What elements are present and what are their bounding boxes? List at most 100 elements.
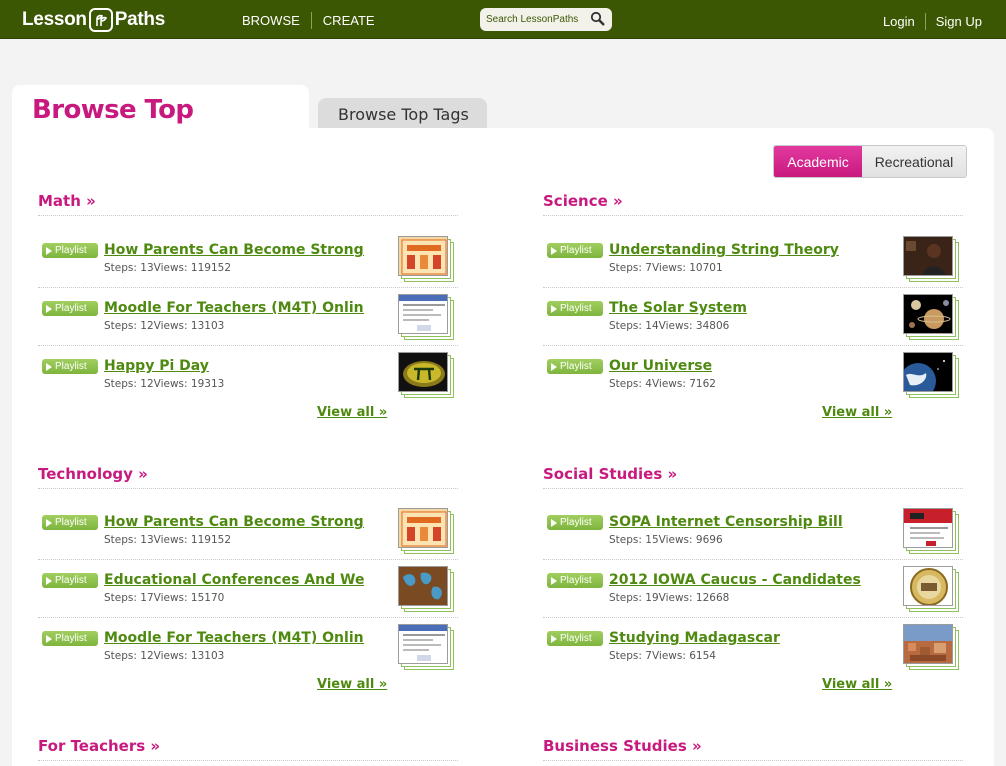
playlist-title-link[interactable]: Moodle For Teachers (M4T) Online ... — [104, 630, 364, 646]
section-business-studies: Business Studies » — [543, 737, 963, 761]
playlist-thumbnail[interactable] — [398, 624, 454, 670]
playlist-thumbnail[interactable] — [903, 566, 959, 612]
playlist-title-link[interactable]: How Parents Can Become Strong ... — [104, 514, 364, 530]
playlist-badge: Playlist — [42, 515, 98, 530]
badge-label: Playlist — [55, 245, 87, 256]
view-all-link[interactable]: View all » — [822, 405, 892, 420]
toggle-academic[interactable]: Academic — [774, 146, 862, 177]
playlist-title-link[interactable]: Happy Pi Day — [104, 358, 209, 374]
playlist-meta: Steps: 7Views: 6154 — [609, 650, 716, 662]
section-title[interactable]: Math » — [38, 192, 458, 216]
playlist-title-link[interactable]: Studying Madagascar — [609, 630, 780, 646]
list-item: Playlist Understanding String Theory Ste… — [543, 230, 963, 288]
badge-label: Playlist — [55, 361, 87, 372]
views-value: 12668 — [695, 592, 730, 604]
list-item: Playlist Moodle For Teachers (M4T) Onlin… — [38, 288, 458, 346]
steps-label: Steps: — [609, 320, 642, 332]
play-icon — [551, 246, 557, 255]
nav-create[interactable]: CREATE — [323, 13, 375, 28]
playlist-thumbnail[interactable] — [903, 352, 959, 398]
playlist-title-link[interactable]: Understanding String Theory — [609, 242, 839, 258]
search-input[interactable] — [486, 14, 586, 25]
list-item: Playlist Educational Conferences And Web… — [38, 560, 458, 618]
playlist-badge: Playlist — [547, 515, 603, 530]
section-title[interactable]: Technology » — [38, 465, 458, 489]
category-toggle: Academic Recreational — [773, 145, 967, 178]
nav-separator — [310, 12, 312, 29]
tab-browse-tags[interactable]: Browse Top Tags — [318, 98, 487, 130]
playlist-badge: Playlist — [547, 359, 603, 374]
steps-label: Steps: — [104, 378, 137, 390]
playlist-thumbnail[interactable] — [398, 294, 454, 340]
playlist-title-link[interactable]: Educational Conferences And Webi... — [104, 572, 364, 588]
playlist-thumbnail[interactable] — [903, 624, 959, 670]
nav-browse[interactable]: BROWSE — [242, 13, 300, 28]
playlist-title-link[interactable]: The Solar System — [609, 300, 747, 316]
section-social-studies: Social Studies » Playlist SOPA Internet … — [543, 465, 963, 692]
playlist-meta: Steps: 19Views: 12668 — [609, 592, 729, 604]
badge-label: Playlist — [55, 303, 87, 314]
login-link[interactable]: Login — [883, 14, 915, 29]
steps-value: 13 — [140, 262, 154, 274]
playlist-badge: Playlist — [42, 573, 98, 588]
playlist-badge: Playlist — [42, 359, 98, 374]
playlist-thumbnail[interactable] — [398, 236, 454, 282]
playlist-thumbnail[interactable] — [398, 508, 454, 554]
playlist-thumbnail[interactable] — [903, 508, 959, 554]
list-item: Playlist 2012 IOWA Caucus - Candidates S… — [543, 560, 963, 618]
toggle-recreational[interactable]: Recreational — [862, 146, 966, 177]
views-value: 13103 — [190, 320, 225, 332]
steps-value: 17 — [140, 592, 154, 604]
section-title[interactable]: Business Studies » — [543, 737, 963, 761]
list-item: Playlist SOPA Internet Censorship Bill S… — [543, 502, 963, 560]
section-title[interactable]: For Teachers » — [38, 737, 458, 761]
view-all-link[interactable]: View all » — [317, 405, 387, 420]
steps-label: Steps: — [609, 378, 642, 390]
logo-text-right: Paths — [114, 9, 166, 30]
steps-value: 12 — [140, 650, 154, 662]
views-value: 10701 — [689, 262, 723, 274]
playlist-title-link[interactable]: 2012 IOWA Caucus - Candidates — [609, 572, 861, 588]
playlist-thumbnail[interactable] — [398, 352, 454, 398]
playlist-title-link[interactable]: Moodle For Teachers (M4T) Online ... — [104, 300, 364, 316]
play-icon — [46, 246, 52, 255]
signup-link[interactable]: Sign Up — [936, 14, 982, 29]
auth-separator — [924, 13, 926, 30]
playlist-badge: Playlist — [42, 301, 98, 316]
playlist-thumbnail[interactable] — [903, 294, 959, 340]
search-box — [480, 8, 612, 31]
play-icon — [46, 576, 52, 585]
section-for-teachers: For Teachers » — [38, 737, 458, 761]
logo-text-left: Lesson — [22, 9, 87, 30]
view-all-link[interactable]: View all » — [317, 677, 387, 692]
search-icon[interactable] — [590, 11, 606, 27]
badge-label: Playlist — [560, 575, 592, 586]
playlist-thumbnail[interactable] — [398, 566, 454, 612]
playlist-meta: Steps: 15Views: 9696 — [609, 534, 723, 546]
top-bar: Lesson Paths BROWSE CREATE Login Sign Up — [0, 0, 1006, 39]
playlist-badge: Playlist — [547, 631, 603, 646]
views-label: Views: — [658, 534, 693, 546]
view-all-link[interactable]: View all » — [822, 677, 892, 692]
badge-label: Playlist — [560, 245, 592, 256]
steps-label: Steps: — [104, 262, 137, 274]
steps-label: Steps: — [104, 320, 137, 332]
views-value: 7162 — [689, 378, 716, 390]
play-icon — [46, 362, 52, 371]
badge-label: Playlist — [55, 517, 87, 528]
playlist-title-link[interactable]: Our Universe — [609, 358, 712, 374]
section-title[interactable]: Science » — [543, 192, 963, 216]
views-label: Views: — [651, 650, 686, 662]
views-value: 34806 — [695, 320, 730, 332]
steps-label: Steps: — [104, 592, 137, 604]
playlist-badge: Playlist — [42, 243, 98, 258]
playlist-title-link[interactable]: How Parents Can Become Strong ... — [104, 242, 364, 258]
badge-label: Playlist — [560, 361, 592, 372]
section-title[interactable]: Social Studies » — [543, 465, 963, 489]
section-technology: Technology » Playlist How Parents Can Be… — [38, 465, 458, 692]
play-icon — [551, 362, 557, 371]
site-logo[interactable]: Lesson Paths — [22, 7, 165, 33]
playlist-title-link[interactable]: SOPA Internet Censorship Bill — [609, 514, 843, 530]
steps-label: Steps: — [609, 592, 642, 604]
playlist-thumbnail[interactable] — [903, 236, 959, 282]
